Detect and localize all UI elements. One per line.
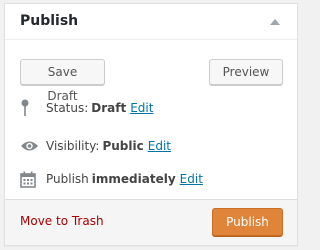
status-edit-link[interactable]: Edit xyxy=(130,101,153,115)
status-row: Status: Draft Edit xyxy=(20,99,153,117)
save-draft-button[interactable]: Save Draft xyxy=(20,59,105,103)
publish-schedule-row: Publish immediately Edit xyxy=(20,170,203,188)
visibility-edit-link[interactable]: Edit xyxy=(148,139,171,153)
publish-panel: Publish Save Draft Preview Status: Draft… xyxy=(4,3,298,246)
preview-button[interactable]: Preview xyxy=(209,59,283,85)
panel-header: Publish xyxy=(5,4,297,40)
pin-icon xyxy=(20,99,40,117)
panel-footer: Move to Trash Publish xyxy=(5,199,297,245)
collapse-arrow-icon[interactable] xyxy=(270,19,280,25)
status-value: Draft xyxy=(91,101,127,115)
visibility-value: Public xyxy=(102,139,144,153)
visibility-row: Visibility: Public Edit xyxy=(20,137,171,155)
panel-title: Publish xyxy=(20,13,79,29)
publish-schedule-edit-link[interactable]: Edit xyxy=(180,172,203,186)
publish-schedule-label: Publish xyxy=(46,172,89,186)
status-label: Status: xyxy=(46,101,89,115)
eye-icon xyxy=(20,137,40,155)
publish-schedule-value: immediately xyxy=(91,172,176,186)
visibility-label: Visibility: xyxy=(46,139,100,153)
calendar-icon xyxy=(20,170,40,188)
move-to-trash-link[interactable]: Move to Trash xyxy=(20,214,104,228)
publish-button[interactable]: Publish xyxy=(212,208,283,236)
